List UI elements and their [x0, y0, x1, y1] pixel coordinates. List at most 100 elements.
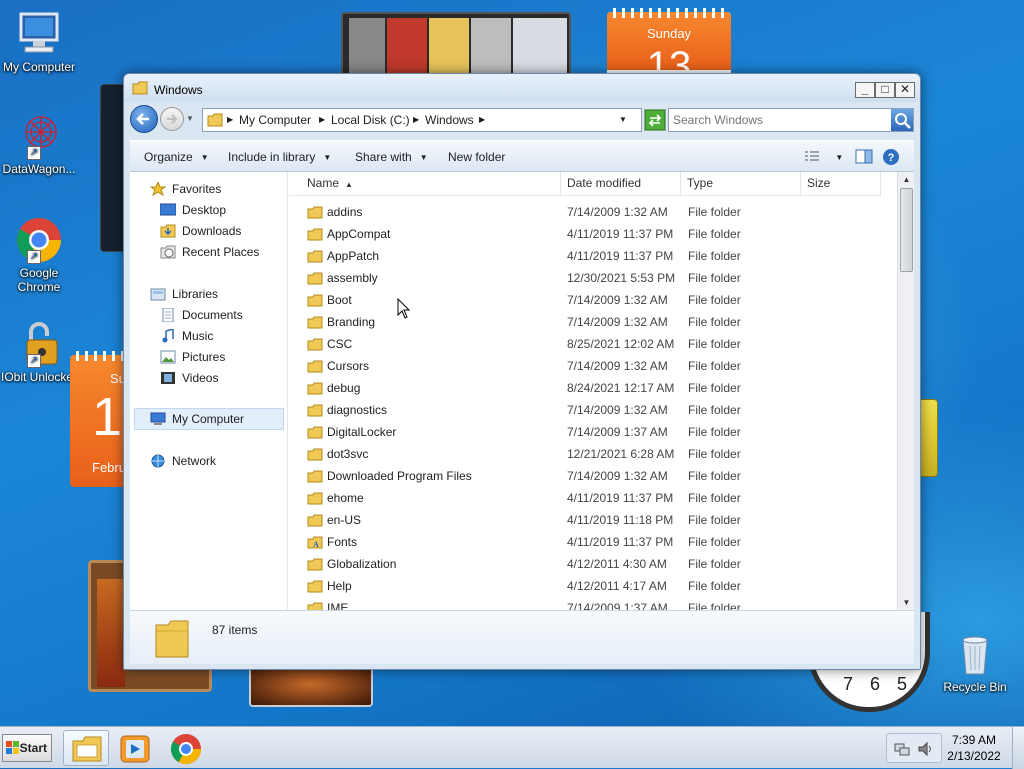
breadcrumb-windows[interactable]: Windows — [425, 113, 474, 127]
vertical-scrollbar[interactable]: ▲ ▼ — [897, 172, 914, 610]
taskbar-clock[interactable]: 7:39 AM 2/13/2022 — [944, 732, 1004, 764]
file-row[interactable]: Cursors 7/14/2009 1:32 AM File folder — [289, 355, 897, 377]
view-options-button[interactable]: ▼ — [804, 150, 843, 165]
svg-text:?: ? — [888, 152, 895, 164]
new-folder-button[interactable]: New folder — [448, 150, 505, 164]
volume-icon[interactable] — [917, 741, 935, 757]
desktop-icon-iobit-unlocker[interactable]: ↗ IObit Unlocker — [0, 320, 81, 384]
recent-pages-dropdown[interactable]: ▼ — [186, 114, 194, 123]
share-with-button[interactable]: Share with ▼ — [355, 150, 428, 164]
slideshow-gadget[interactable] — [341, 12, 571, 76]
file-row[interactable]: AppCompat 4/11/2019 11:37 PM File folder — [289, 223, 897, 245]
folder-icon — [307, 404, 323, 417]
folder-icon — [132, 81, 148, 95]
search-input[interactable] — [671, 111, 887, 129]
refresh-button[interactable] — [644, 109, 666, 131]
forward-button[interactable] — [160, 107, 184, 131]
file-row[interactable]: addins 7/14/2009 1:32 AM File folder — [289, 201, 897, 223]
file-row[interactable]: Help 4/12/2011 4:17 AM File folder — [289, 575, 897, 597]
network-tray-icon[interactable] — [894, 742, 910, 756]
preview-pane-button[interactable] — [855, 149, 873, 167]
file-date-modified: 7/14/2009 1:32 AM — [567, 469, 668, 483]
photo-tile — [429, 18, 469, 74]
breadcrumb-separator[interactable]: ▶ — [413, 115, 419, 124]
file-date-modified: 7/14/2009 1:37 AM — [567, 425, 668, 439]
file-row[interactable]: Boot 7/14/2009 1:32 AM File folder — [289, 289, 897, 311]
folder-icon — [307, 360, 323, 373]
sort-ascending-icon: ▲ — [345, 180, 353, 189]
file-type: File folder — [688, 513, 741, 527]
taskbar-explorer-button[interactable] — [63, 730, 109, 766]
file-row[interactable]: AppPatch 4/11/2019 11:37 PM File folder — [289, 245, 897, 267]
maximize-button[interactable]: □ — [875, 82, 895, 98]
taskbar-chrome-button[interactable] — [163, 730, 209, 766]
file-type: File folder — [688, 293, 741, 307]
file-row[interactable]: dot3svc 12/21/2021 6:28 AM File folder — [289, 443, 897, 465]
breadcrumb-separator[interactable]: ▶ — [227, 115, 233, 124]
scroll-up-button[interactable]: ▲ — [899, 172, 914, 187]
desktop-icon-recycle-bin[interactable]: Recycle Bin — [933, 630, 1017, 694]
scroll-thumb[interactable] — [900, 188, 913, 272]
file-row[interactable]: Globalization 4/12/2011 4:30 AM File folde… — [289, 553, 897, 575]
column-header-size[interactable]: Size — [801, 172, 881, 196]
photo-tile — [513, 18, 567, 74]
breadcrumb-separator[interactable]: ▶ — [319, 115, 325, 124]
file-row[interactable]: CSC 8/25/2021 12:02 AM File folder — [289, 333, 897, 355]
desktop-icon-datawagon[interactable]: ↗ DataWagon... — [0, 112, 81, 176]
search-button[interactable] — [891, 109, 913, 131]
details-pane: 87 items — [130, 610, 914, 664]
file-name: AppPatch — [327, 249, 380, 263]
organize-button[interactable]: Organize ▼ — [144, 150, 209, 164]
show-desktop-button[interactable] — [1012, 727, 1024, 769]
file-row[interactable]: Downloaded Program Files 7/14/2009 1:32 A… — [289, 465, 897, 487]
file-row[interactable]: ehome 4/11/2019 11:37 PM File folder — [289, 487, 897, 509]
column-header-name[interactable]: Name ▲ — [289, 172, 561, 196]
file-row[interactable]: en-US 4/11/2019 11:18 PM File folder — [289, 509, 897, 531]
chevron-down-icon: ▼ — [419, 153, 428, 162]
file-list[interactable]: Name ▲ Date modified Type Size addins 7/14… — [289, 172, 897, 610]
desktop-icon-my-computer[interactable]: My Computer — [0, 10, 81, 74]
start-button[interactable]: Start — [2, 734, 52, 762]
file-row[interactable]: A Fonts 4/11/2019 11:37 PM File folder — [289, 531, 897, 553]
photo-tile — [387, 18, 427, 74]
file-row[interactable]: DigitalLocker 7/14/2009 1:37 AM File folde… — [289, 421, 897, 443]
file-name: CSC — [327, 337, 353, 351]
scroll-down-button[interactable]: ▼ — [899, 595, 914, 610]
desktop-icon-chrome[interactable]: ↗ Google Chrome — [0, 216, 81, 294]
breadcrumb-my-computer[interactable]: My Computer — [239, 113, 311, 127]
file-row[interactable]: diagnostics 7/14/2009 1:32 AM File folder — [289, 399, 897, 421]
desktop-icon-label: IObit Unlocker — [0, 370, 78, 384]
file-type: File folder — [688, 403, 741, 417]
calendar-gadget-left[interactable]: Su 1 Febru — [70, 351, 130, 487]
taskbar-media-player-button[interactable] — [112, 730, 158, 766]
include-in-library-button[interactable]: Include in library ▼ — [228, 150, 331, 164]
file-type: File folder — [688, 579, 741, 593]
search-icon — [895, 113, 911, 129]
file-date-modified: 7/14/2009 1:32 AM — [567, 315, 668, 329]
help-button[interactable]: ? — [882, 148, 900, 169]
file-row[interactable]: assembly 12/30/2021 5:53 PM File folder — [289, 267, 897, 289]
file-name: Globalization — [327, 557, 397, 571]
back-button[interactable] — [130, 105, 158, 133]
minimize-button[interactable]: _ — [855, 82, 875, 98]
close-button[interactable]: ✕ — [895, 82, 915, 98]
file-row[interactable]: IME 7/14/2009 1:37 AM File folder — [289, 597, 897, 610]
explorer-window[interactable]: Windows _ □ ✕ ▼ ▶ My Computer ▶ Local Di… — [123, 73, 921, 670]
file-date-modified: 4/12/2011 4:17 AM — [567, 579, 667, 593]
column-header-type[interactable]: Type — [681, 172, 801, 196]
file-row[interactable]: Branding 7/14/2009 1:32 AM File folder — [289, 311, 897, 333]
address-bar[interactable]: ▶ My Computer ▶ Local Disk (C:) ▶ Window… — [202, 108, 642, 132]
file-date-modified: 12/30/2021 5:53 PM — [567, 271, 676, 285]
title-bar[interactable]: Windows _ □ ✕ — [124, 74, 920, 102]
file-name: Help — [327, 579, 352, 593]
breadcrumb-local-disk[interactable]: Local Disk (C:) — [331, 113, 410, 127]
address-dropdown[interactable]: ▼ — [619, 115, 627, 124]
file-date-modified: 4/12/2011 4:30 AM — [567, 557, 667, 571]
breadcrumb-separator[interactable]: ▶ — [479, 115, 485, 124]
calendar-day-number: 13 — [646, 46, 692, 76]
column-header-date-modified[interactable]: Date modified — [561, 172, 681, 196]
file-row[interactable]: debug 8/24/2021 12:17 AM File folder — [289, 377, 897, 399]
calendar-gadget-top[interactable]: Sunday 13 — [607, 8, 731, 76]
search-box[interactable] — [668, 108, 914, 132]
file-type: File folder — [688, 249, 741, 263]
